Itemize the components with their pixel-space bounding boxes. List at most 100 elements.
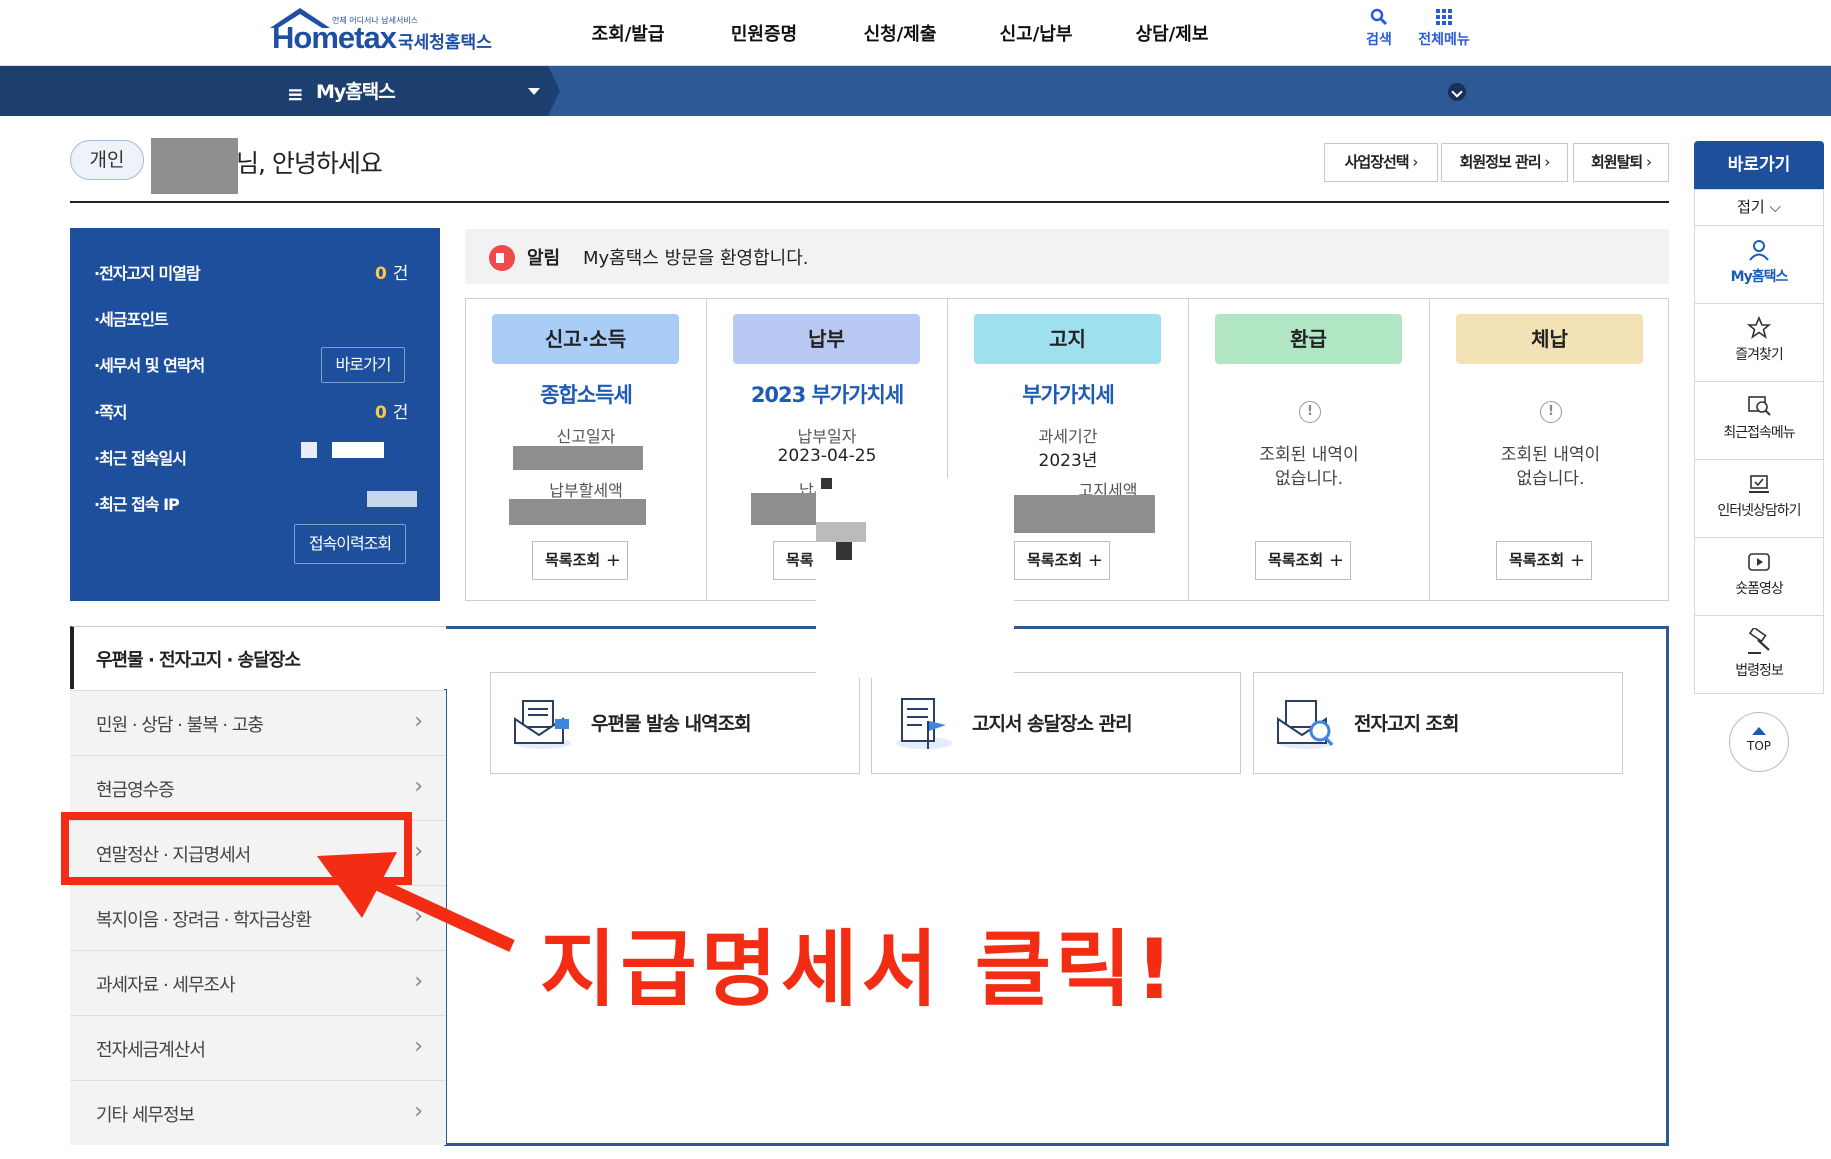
quick-online-consult[interactable]: 인터넷상담하기 [1694, 460, 1824, 538]
gnb-consult[interactable]: 상담/제보 [1104, 20, 1240, 50]
scroll-top-button[interactable]: TOP [1729, 712, 1789, 772]
info-last-login: 최근 접속일시 [94, 445, 187, 469]
left-menu-item-welfare[interactable]: 복지이음 · 장려금 · 학자금상환 › [70, 885, 446, 950]
card-key: 납부일자 [797, 427, 857, 446]
enotice-inquiry-box[interactable]: 전자고지 조회 [1253, 672, 1623, 774]
search-icon [1370, 8, 1388, 26]
list-view-button[interactable]: 목록조회 + [1014, 541, 1110, 580]
laptop-check-icon [1749, 475, 1769, 493]
empty-message: 조회된 내역이 없습니다. [1259, 445, 1359, 489]
chevron-right-icon: › [414, 969, 423, 994]
mail-history-box[interactable]: 우편물 발송 내역조회 [490, 672, 860, 774]
logo-wordmark: Hometax [272, 20, 397, 55]
masked-value [836, 542, 852, 560]
left-menu-item-tax-audit[interactable]: 과세자료 · 세무조사 › [70, 950, 446, 1015]
caret-down-icon[interactable] [528, 88, 540, 95]
card-tax-name[interactable]: 2023 부가가치세 [707, 379, 947, 409]
list-view-button[interactable]: 목록조회 + [1496, 541, 1592, 580]
global-nav: 조회/발급 민원증명 신청/제출 신고/납부 상담/제보 [560, 20, 1240, 50]
recent-search-icon [1748, 396, 1771, 416]
hamburger-icon[interactable]: ≡ [287, 82, 304, 106]
all-menu-button[interactable]: 전체메뉴 [1414, 8, 1474, 49]
greeting-text: 님, 안녕하세요 [236, 149, 383, 178]
card-filing: 신고·소득 종합소득세 신고일자 납부할세액 목록조회 + [466, 299, 707, 600]
mail-search-icon [1277, 700, 1334, 749]
enotice-inquiry-label: 전자고지 조회 [1354, 713, 1459, 735]
document-flag-icon [896, 698, 952, 749]
info-last-ip: 최근 접속 IP [94, 491, 180, 515]
nav-title[interactable]: My홈택스 [316, 77, 396, 104]
info-icon: ! [1299, 401, 1321, 423]
search-label: 검색 [1366, 32, 1392, 48]
left-menu-item-cash-receipt[interactable]: 현금영수증 › [70, 755, 446, 820]
card-key: 납부할세액 [549, 481, 623, 500]
empty-message: 조회된 내역이 없습니다. [1500, 445, 1601, 489]
card-value: 2023년 [1038, 451, 1098, 471]
gnb-certificate[interactable]: 민원증명 [696, 20, 832, 50]
quick-my-hometax[interactable]: My홈택스 [1694, 226, 1824, 304]
chevron-right-icon: › [414, 1034, 423, 1059]
card-tax-name[interactable]: 종합소득세 [466, 379, 706, 409]
card-head[interactable]: 고지 [974, 314, 1161, 364]
access-history-button[interactable]: 접속이력조회 [294, 524, 406, 564]
left-menu-active-item[interactable]: 우편물 · 전자고지 · 송달장소 [70, 626, 446, 689]
gnb-inquiry[interactable]: 조회/발급 [560, 20, 696, 50]
card-head[interactable]: 체납 [1456, 314, 1643, 364]
quick-menu-fold-button[interactable]: 접기 ⌵ [1694, 189, 1824, 226]
chevron-right-icon: › [414, 1099, 423, 1124]
nav-dropdown-area[interactable] [0, 66, 560, 116]
delivery-address-box[interactable]: 고지서 송달장소 관리 [871, 672, 1241, 774]
hometax-logo[interactable]: 언제 어디서나 납세서비스 Hometax 국세청홈택스 [268, 6, 508, 62]
chevron-right-icon: › [414, 904, 423, 929]
masked-last-login-2 [332, 442, 384, 458]
mail-history-label: 우편물 발송 내역조회 [591, 713, 752, 735]
notice-label: 알림 [527, 248, 561, 269]
account-info-panel: 전자고지 미열람 0 건 세금포인트 세무서 및 연락처 바로가기 쪽지 0 건… [70, 228, 440, 601]
info-unread-enotice[interactable]: 전자고지 미열람 [94, 260, 201, 284]
play-icon [1748, 553, 1770, 571]
divider [70, 201, 1669, 203]
info-unread-count[interactable]: 0 건 [375, 259, 408, 284]
card-head[interactable]: 납부 [733, 314, 920, 364]
person-icon [1749, 240, 1769, 261]
all-menu-label: 전체메뉴 [1418, 32, 1470, 48]
delivery-address-label: 고지서 송달장소 관리 [972, 713, 1133, 735]
masked-value [821, 478, 832, 489]
card-head[interactable]: 신고·소득 [492, 314, 679, 364]
chevron-down-icon[interactable] [1448, 83, 1466, 101]
card-tax-name[interactable]: 부가가치세 [948, 379, 1188, 409]
select-business-button[interactable]: 사업장선택 [1324, 143, 1438, 182]
quick-recent-menu[interactable]: 최근접속메뉴 [1694, 382, 1824, 460]
tax-office-shortcut-button[interactable]: 바로가기 [321, 347, 405, 383]
info-icon: ! [1540, 401, 1562, 423]
left-menu-item-other[interactable]: 기타 세무정보 › [70, 1080, 446, 1145]
member-info-button[interactable]: 회원정보 관리 [1441, 143, 1568, 182]
left-menu-item-complaint[interactable]: 민원 · 상담 · 불복 · 고충 › [70, 690, 446, 755]
tax-summary-cards: 신고·소득 종합소득세 신고일자 납부할세액 목록조회 + 납부 2023 부가가… [465, 298, 1669, 601]
gnb-application[interactable]: 신청/제출 [832, 20, 968, 50]
list-view-button[interactable]: 목록조회 + [532, 541, 628, 580]
info-message-count[interactable]: 0 건 [375, 398, 408, 423]
chevron-right-icon: › [414, 709, 423, 734]
list-view-button[interactable]: 목록조회 + [1255, 541, 1351, 580]
chevron-right-icon: › [414, 839, 423, 864]
info-tax-point[interactable]: 세금포인트 [94, 306, 169, 330]
quick-menu-title: 바로가기 [1694, 141, 1824, 189]
quick-short-video[interactable]: 숏폼영상 [1694, 538, 1824, 616]
left-menu-item-e-invoice[interactable]: 전자세금계산서 › [70, 1015, 446, 1080]
notice-message: My홈택스 방문을 환영합니다. [583, 248, 809, 269]
notice-bar: 알림 My홈택스 방문을 환영합니다. [465, 229, 1669, 284]
annotation-highlight-box [61, 812, 412, 885]
quick-law-info[interactable]: 법령정보 [1694, 616, 1824, 694]
masked-username [151, 138, 238, 194]
search-button[interactable]: 검색 [1349, 8, 1409, 49]
masked-value [509, 499, 646, 525]
info-message[interactable]: 쪽지 [94, 399, 127, 423]
chevron-right-icon: › [414, 774, 423, 799]
masked-value [513, 446, 643, 470]
card-head[interactable]: 환급 [1215, 314, 1402, 364]
gnb-report-payment[interactable]: 신고/납부 [968, 20, 1104, 50]
quick-favorites[interactable]: 즐겨찾기 [1694, 304, 1824, 382]
withdraw-button[interactable]: 회원탈퇴 [1573, 143, 1669, 182]
info-tax-office: 세무서 및 연락처 [94, 352, 205, 376]
